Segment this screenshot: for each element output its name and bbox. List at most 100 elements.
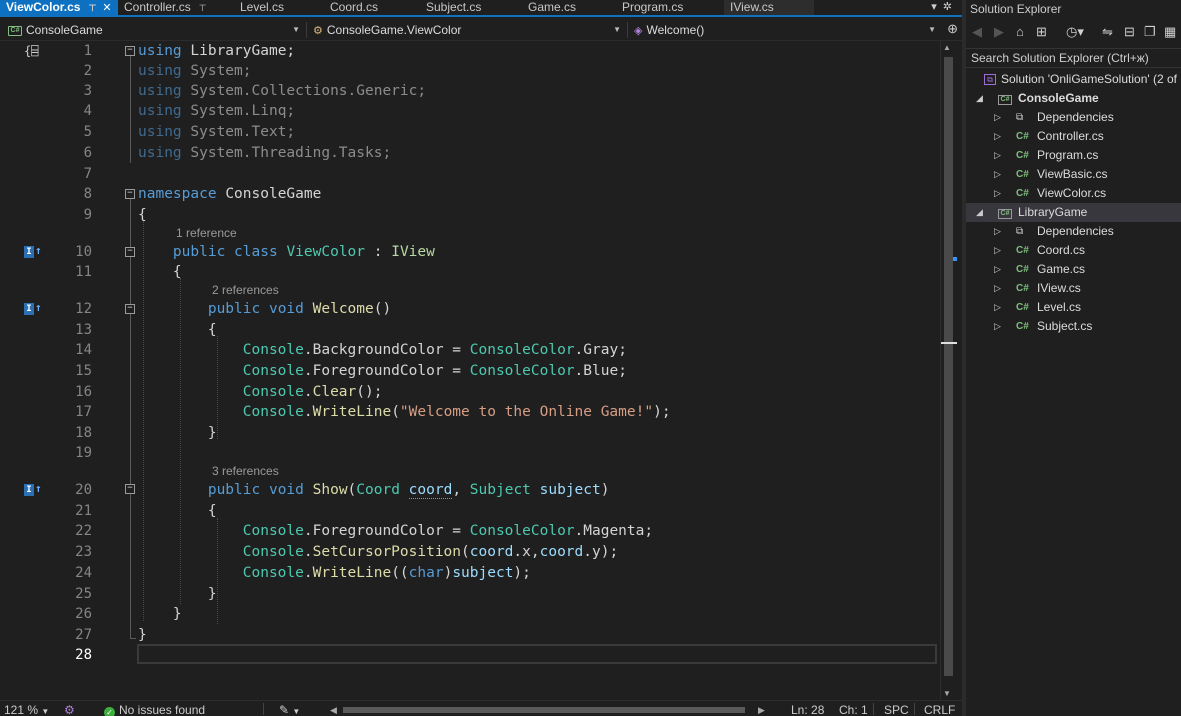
scroll-right-icon[interactable]: ▶ <box>758 703 765 716</box>
class-dropdown[interactable]: ⚙ ConsoleGame.ViewColor ▼ <box>309 21 625 39</box>
collapsed-arrow-icon[interactable]: ▷ <box>994 279 1001 298</box>
tree-item-label: Program.cs <box>1037 148 1099 162</box>
vertical-scrollbar[interactable]: ▲ ▼ <box>940 41 957 700</box>
switch-views-icon[interactable]: ⊞ <box>1036 24 1047 40</box>
line-ending-indicator[interactable]: CRLF <box>924 703 955 716</box>
sync-with-document-icon[interactable]: ⇋ <box>1102 24 1113 40</box>
tree-item-solution[interactable]: ⧉ Solution 'OnliGameSolution' (2 of <box>966 70 1181 89</box>
tree-item-file[interactable]: ▷ C# ViewBasic.cs <box>966 165 1181 184</box>
scroll-up-icon[interactable]: ▲ <box>943 43 951 52</box>
line-indicator[interactable]: Ln: 28 <box>791 703 824 716</box>
csharp-project-icon: C# <box>8 25 22 36</box>
scroll-down-icon[interactable]: ▼ <box>943 689 951 698</box>
code-editor[interactable]: {⌸ I ↑ I ↑ I ↑ 1 2 3 4 5 6 7 8 9 10 11 12 1… <box>0 41 940 700</box>
tree-item-label: Solution 'OnliGameSolution' (2 of <box>1001 72 1178 86</box>
panel-title: Solution Explorer <box>970 2 1062 16</box>
code-line: namespace ConsoleGame <box>138 184 321 204</box>
tab-label: IView.cs <box>730 0 774 14</box>
parameter-ref: subject <box>452 565 514 581</box>
tab-coord[interactable]: Coord.cs <box>324 0 420 15</box>
tree-item-file[interactable]: ▷ C# Coord.cs <box>966 241 1181 260</box>
code-cleanup-brush-icon[interactable]: ✎ ▼ <box>279 703 300 716</box>
divider <box>263 703 264 715</box>
collapsed-arrow-icon[interactable]: ▷ <box>994 146 1001 165</box>
keyword: using <box>138 63 182 79</box>
collapsed-arrow-icon[interactable]: ▷ <box>994 184 1001 203</box>
tab-level[interactable]: Level.cs <box>234 0 324 15</box>
collapse-icon[interactable]: − <box>125 189 135 199</box>
tree-item-project[interactable]: ◢ C# ConsoleGame <box>966 89 1181 108</box>
tab-iview[interactable]: IView.cs <box>724 0 814 15</box>
tab-game[interactable]: Game.cs <box>522 0 616 15</box>
method-call: WriteLine <box>312 565 392 581</box>
solution-explorer-search[interactable]: Search Solution Explorer (Ctrl+ж) <box>966 48 1181 68</box>
tree-item-file[interactable]: ▷ C# Level.cs <box>966 298 1181 317</box>
project-dropdown[interactable]: C# ConsoleGame ▼ <box>4 21 304 39</box>
properties-icon[interactable]: ▦ <box>1164 24 1176 40</box>
type-ref: Console <box>242 342 304 358</box>
tree-item-file[interactable]: ▷ C# IView.cs <box>966 279 1181 298</box>
horizontal-scrollbar-thumb[interactable] <box>343 707 745 713</box>
keyword: void <box>268 482 304 498</box>
collapsed-arrow-icon[interactable]: ▷ <box>994 108 1001 127</box>
settings-gear-icon[interactable]: ✲ <box>943 1 958 13</box>
collapse-icon[interactable]: − <box>125 304 135 314</box>
collapse-icon[interactable]: − <box>125 46 135 56</box>
codelens-references[interactable]: 2 references <box>212 283 279 297</box>
codelens-references[interactable]: 3 references <box>212 464 279 478</box>
pin-icon[interactable]: ⊤ <box>199 1 207 15</box>
collapsed-arrow-icon[interactable]: ▷ <box>994 165 1001 184</box>
close-icon[interactable]: ✕ <box>102 1 111 15</box>
collapsed-arrow-icon[interactable]: ▷ <box>994 317 1001 336</box>
zoom-level[interactable]: 121 % ▼ <box>4 703 49 716</box>
collapsed-arrow-icon[interactable]: ▷ <box>994 298 1001 317</box>
scroll-left-icon[interactable]: ◀ <box>330 703 337 716</box>
line-number: 25 <box>75 586 92 602</box>
collapse-icon[interactable]: − <box>125 484 135 494</box>
codelens-references[interactable]: 1 reference <box>176 226 237 240</box>
forward-icon[interactable]: ▶ <box>994 24 1004 40</box>
tree-item-file[interactable]: ▷ C# Controller.cs <box>966 127 1181 146</box>
split-editor-icon[interactable]: ⊕ <box>947 21 958 37</box>
collapsed-arrow-icon[interactable]: ▷ <box>994 260 1001 279</box>
expand-arrow-icon[interactable]: ◢ <box>976 203 983 222</box>
home-icon[interactable]: ⌂ <box>1016 24 1024 40</box>
column-indicator[interactable]: Ch: 1 <box>839 703 868 716</box>
tree-item-file[interactable]: ▷ C# ViewColor.cs <box>966 184 1181 203</box>
whitespace-indicator[interactable]: SPC <box>884 703 909 716</box>
type-ref: Console <box>242 363 304 379</box>
tree-item-file[interactable]: ▷ C# Subject.cs <box>966 317 1181 336</box>
tab-subject[interactable]: Subject.cs <box>420 0 522 15</box>
tree-item-project-selected[interactable]: ◢ C# LibraryGame <box>966 203 1181 222</box>
navigation-bar: C# ConsoleGame ▼ ⚙ ConsoleGame.ViewColor ▼ ◈… <box>0 19 962 41</box>
implements-interface-icon[interactable]: I ↑ <box>24 302 42 315</box>
tree-item-file[interactable]: ▷ C# Program.cs <box>966 146 1181 165</box>
parameter-name: subject <box>539 482 601 498</box>
issues-indicator[interactable]: ✓ No issues found <box>104 703 205 716</box>
collapsed-arrow-icon[interactable]: ▷ <box>994 222 1001 241</box>
expand-arrow-icon[interactable]: ◢ <box>976 89 983 108</box>
implements-interface-icon[interactable]: I ↑ <box>24 245 42 258</box>
tree-item-dependencies[interactable]: ▷ ⧉ Dependencies <box>966 108 1181 127</box>
show-all-files-icon[interactable]: ❐ <box>1144 24 1156 40</box>
tab-program[interactable]: Program.cs <box>616 0 724 15</box>
pin-icon[interactable]: ⊤ <box>88 1 96 15</box>
pending-changes-filter-icon[interactable]: ◷▾ <box>1066 24 1084 40</box>
member-dropdown[interactable]: ◈ Welcome() ▼ <box>630 21 940 39</box>
collapsed-arrow-icon[interactable]: ▷ <box>994 241 1001 260</box>
tab-viewcolor[interactable]: ViewColor.cs ⊤ ✕ <box>0 0 118 15</box>
collapse-all-icon[interactable]: ⊟ <box>1124 24 1135 40</box>
back-icon[interactable]: ◀ <box>972 24 982 40</box>
collapsed-arrow-icon[interactable]: ▷ <box>994 127 1001 146</box>
tree-item-dependencies[interactable]: ▷ ⧉ Dependencies <box>966 222 1181 241</box>
tab-list-dropdown-icon[interactable]: ▾ <box>931 1 943 13</box>
copilot-icon[interactable]: ⚙ <box>64 703 75 716</box>
keyword: using <box>138 83 182 99</box>
check-circle-icon: ✓ <box>104 707 115 716</box>
scrollbar-thumb[interactable] <box>944 57 953 676</box>
line-number: 18 <box>75 425 92 441</box>
tab-controller[interactable]: Controller.cs ⊤ <box>118 0 234 15</box>
collapse-icon[interactable]: − <box>125 247 135 257</box>
tree-item-file[interactable]: ▷ C# Game.cs <box>966 260 1181 279</box>
implements-interface-icon[interactable]: I ↑ <box>24 483 42 496</box>
